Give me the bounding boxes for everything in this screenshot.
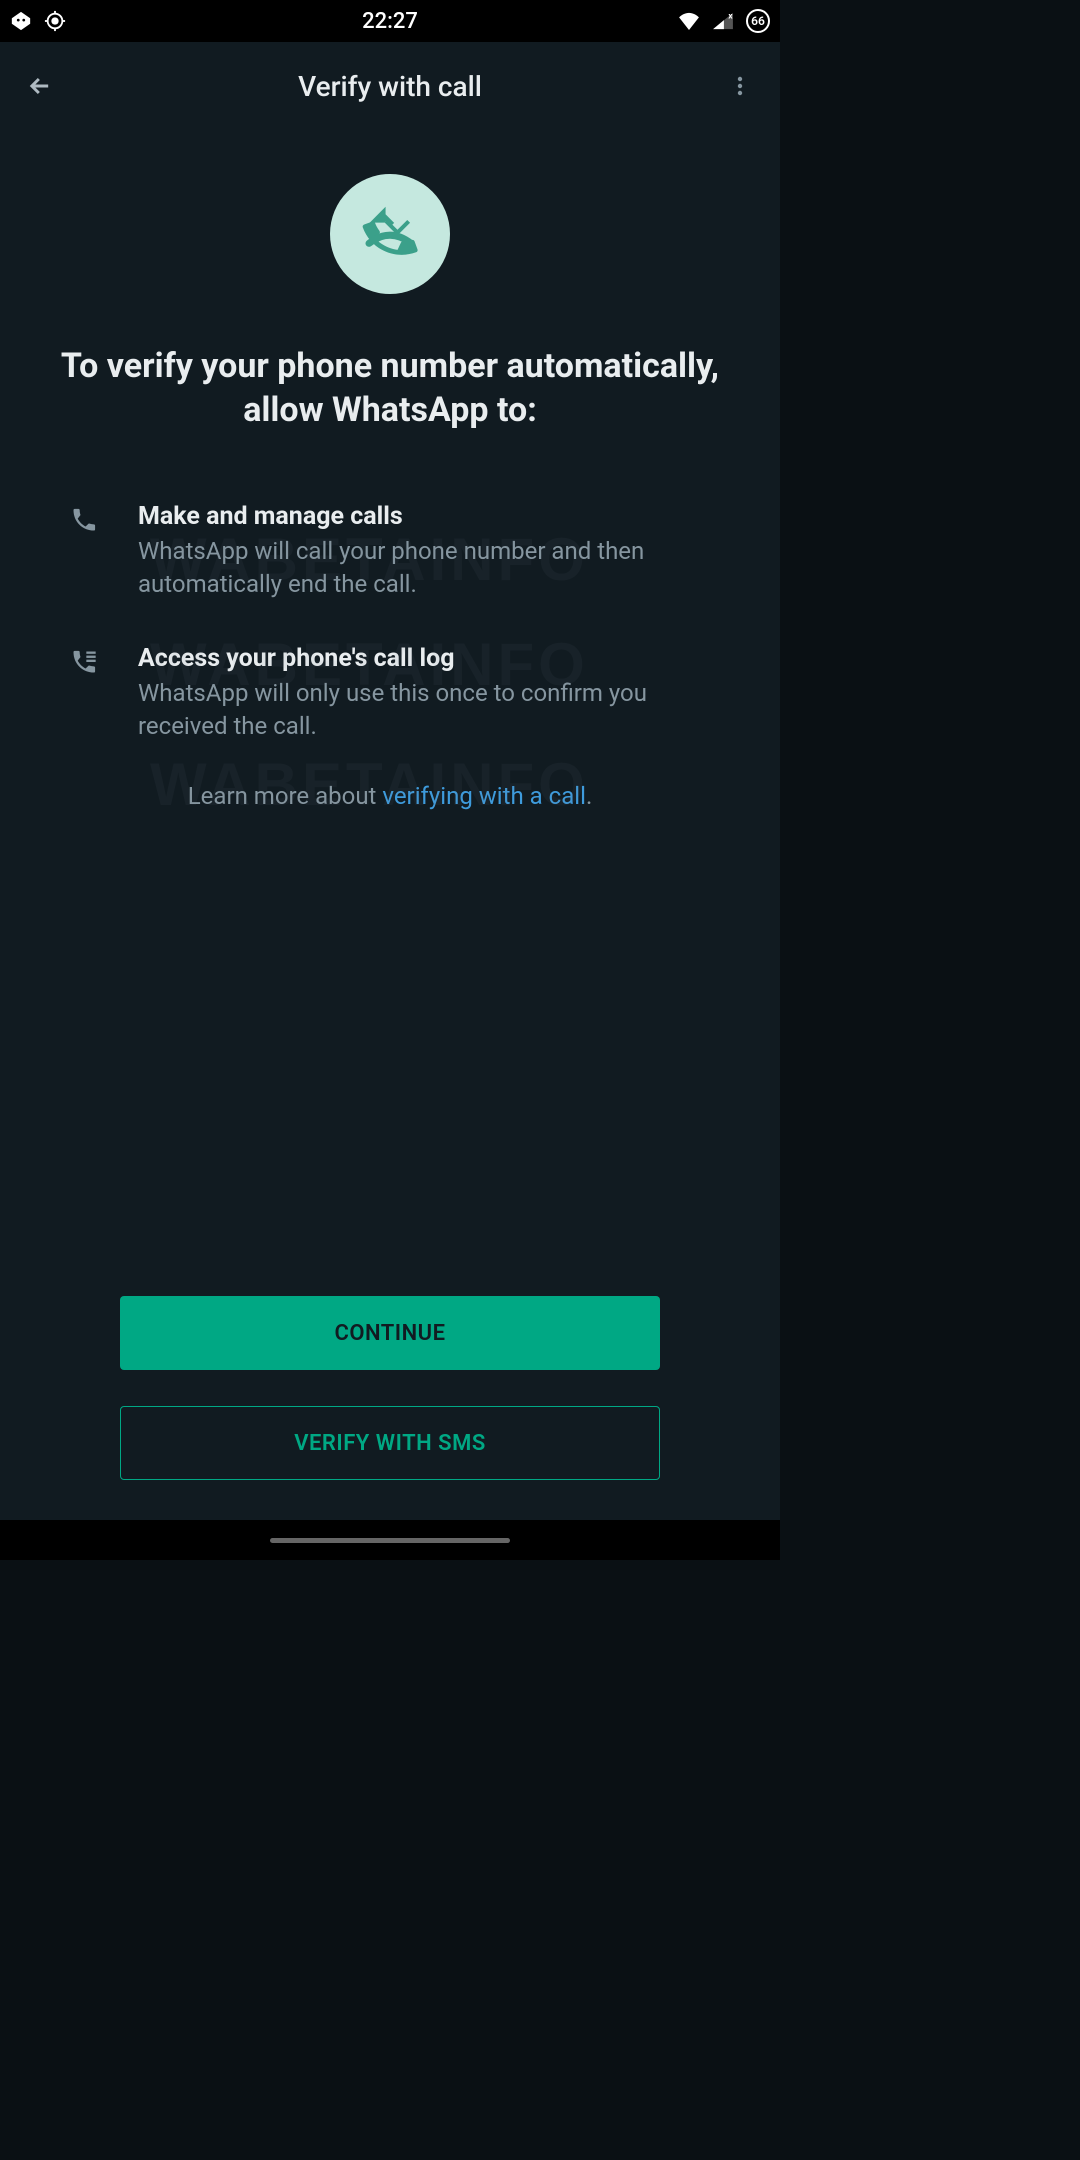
- signal-icon: x: [712, 12, 734, 30]
- nav-pill[interactable]: [270, 1538, 510, 1543]
- heading: To verify your phone number automaticall…: [40, 344, 740, 432]
- location-icon: [44, 10, 66, 32]
- call-log-icon: [70, 648, 98, 742]
- permission-item-calllog: Access your phone's call log WhatsApp wi…: [70, 644, 710, 742]
- permission-list: Make and manage calls WhatsApp will call…: [40, 502, 740, 786]
- page-title: Verify with call: [298, 70, 482, 103]
- permission-title: Make and manage calls: [138, 502, 710, 531]
- app-bar: Verify with call: [0, 42, 780, 130]
- learn-more-text: Learn more about verifying with a call.: [188, 782, 593, 810]
- status-time: 22:27: [362, 9, 418, 34]
- phone-icon: [70, 506, 98, 600]
- permission-item-calls: Make and manage calls WhatsApp will call…: [70, 502, 710, 600]
- permission-desc: WhatsApp will only use this once to conf…: [138, 677, 710, 742]
- permission-title: Access your phone's call log: [138, 644, 710, 673]
- navigation-bar: [0, 1520, 780, 1560]
- main-content: WABETAINFO WABETAINFO WABETAINFO To veri…: [0, 130, 780, 1520]
- notification-icon: [10, 10, 32, 32]
- more-menu-button[interactable]: [720, 66, 760, 106]
- battery-icon: 66: [746, 9, 770, 33]
- verify-sms-button[interactable]: VERIFY WITH SMS: [120, 1406, 660, 1480]
- back-button[interactable]: [20, 66, 60, 106]
- learn-more-link[interactable]: verifying with a call: [382, 782, 586, 810]
- button-group: CONTINUE VERIFY WITH SMS: [0, 1296, 780, 1480]
- wifi-icon: [678, 12, 700, 30]
- missed-call-hero-icon: [330, 174, 450, 294]
- continue-button[interactable]: CONTINUE: [120, 1296, 660, 1370]
- status-bar: 22:27 x 66: [0, 0, 780, 42]
- permission-desc: WhatsApp will call your phone number and…: [138, 535, 710, 600]
